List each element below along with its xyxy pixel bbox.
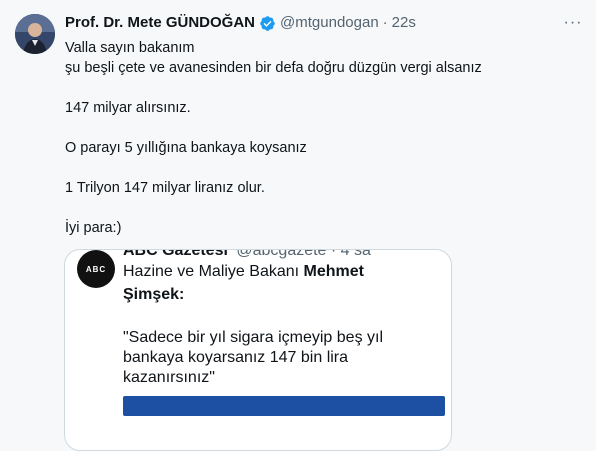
author-avatar[interactable] (15, 14, 55, 54)
author-handle[interactable]: @mtgundogan (280, 14, 379, 32)
quoted-line-bold: Mehmet (303, 263, 364, 280)
tweet-line: Valla sayın bakanım (65, 40, 195, 56)
tweet-header: Prof. Dr. Mete GÜNDOĞAN @mtgundogan · 22… (65, 14, 416, 32)
quoted-line: Hazine ve Maliye Bakanı Mehmet (123, 262, 364, 282)
header-separator: · (382, 14, 388, 31)
quoted-media-card[interactable]: ABC ABC Gazetesi @abcgazete · 4 sa Hazin… (64, 249, 452, 451)
quoted-line-bold-2: Şimşek: (123, 286, 185, 303)
abc-logo: ABC (77, 250, 115, 288)
tweet-line: O parayı 5 yıllığına bankaya koysanız (65, 140, 307, 156)
quoted-line-prefix: Hazine ve Maliye Bakanı (123, 263, 304, 280)
tweet-line: 147 milyar alırsınız. (65, 100, 191, 116)
quoted-header: ABC Gazetesi @abcgazete · 4 sa (123, 249, 371, 260)
quoted-handle-time: @abcgazete · 4 sa (236, 249, 371, 259)
tweet-line: şu beşli çete ve avanesinden bir defa do… (65, 60, 482, 76)
avatar-image (15, 14, 55, 54)
quoted-author-name: ABC Gazetesi (123, 249, 228, 259)
tweet-line: İyi para:) (65, 220, 122, 236)
quoted-image-strip (123, 396, 445, 416)
tweet-line: 1 Trilyon 147 milyar liranız olur. (65, 180, 265, 196)
author-name[interactable]: Prof. Dr. Mete GÜNDOĞAN (65, 14, 255, 32)
more-options-button[interactable]: ··· (562, 12, 584, 34)
tweet-timestamp[interactable]: 22s (392, 14, 416, 32)
tweet-text: Valla sayın bakanım şu beşli çete ve ava… (65, 38, 565, 238)
verified-badge-icon (259, 15, 276, 32)
quoted-statement: "Sadece bir yıl sigara içmeyip beş yıl b… (123, 329, 384, 386)
